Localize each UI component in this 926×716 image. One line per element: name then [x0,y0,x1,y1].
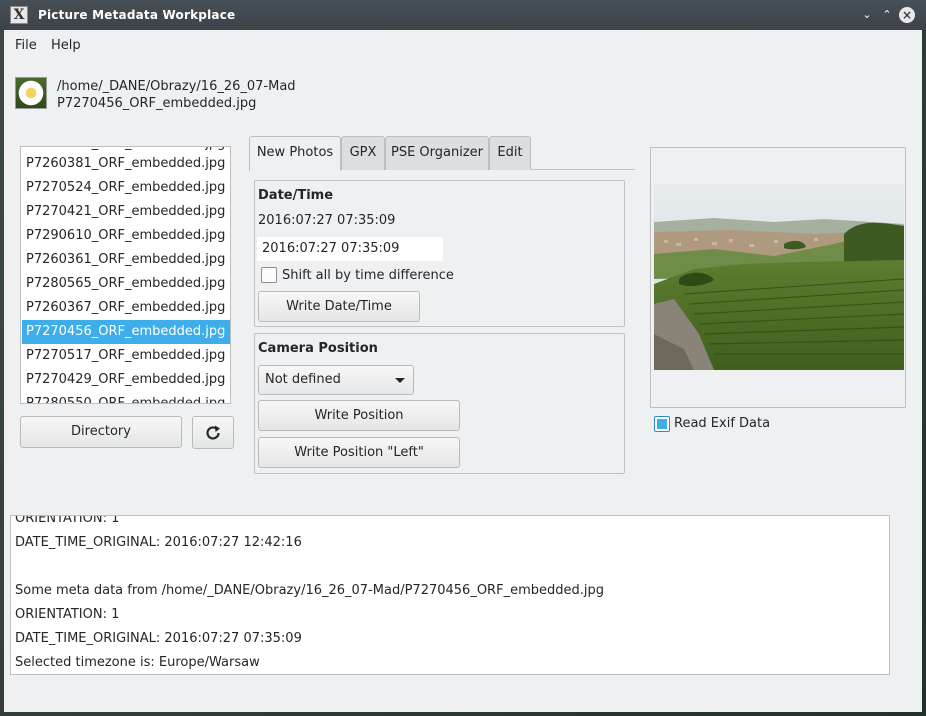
current-image-thumbnail [15,77,47,109]
list-item[interactable]: P7280550_ORF_embedded.jpg [22,392,230,403]
log-line: DATE_TIME_ORIGINAL: 2016:07:27 07:35:09 [15,631,302,646]
datetime-current-value: 2016:07:27 07:35:09 [258,213,396,228]
camera-position-selected: Not defined [265,372,341,387]
list-item[interactable]: P7260381_ORF_embedded.jpg [22,152,230,176]
tab-gpx[interactable]: GPX [341,136,385,170]
menu-bar: File Help [4,30,922,58]
list-item-selected[interactable]: P7270456_ORF_embedded.jpg [22,320,230,344]
log-line: ORIENTATION: 1 [15,607,120,622]
log-line: Some meta data from /home/_DANE/Obrazy/1… [15,583,604,598]
window-title: Picture Metadata Workplace [38,8,236,22]
datetime-group-title: Date/Time [258,188,334,203]
list-item[interactable]: P7280565_ORF_embedded.jpg [22,272,230,296]
tab-bar: New Photos GPX PSE Organizer Edit [249,136,635,171]
file-list[interactable]: P7270559_ORF_embedded.jpg P7260381_ORF_e… [20,146,231,404]
app-icon: X [10,6,28,24]
camera-position-group: Camera Position Not defined Write Positi… [254,333,625,474]
tab-edit[interactable]: Edit [489,136,531,170]
menu-file[interactable]: File [15,38,37,53]
list-item[interactable]: P7260361_ORF_embedded.jpg [22,248,230,272]
write-position-button[interactable]: Write Position [258,400,460,431]
shift-checkbox-label: Shift all by time difference [282,268,454,283]
checkbox-checked-indicator [657,419,667,429]
camera-position-title: Camera Position [258,341,378,356]
shift-checkbox[interactable] [261,267,277,283]
image-preview-frame [650,147,906,408]
tab-new-photos[interactable]: New Photos [249,136,341,171]
list-item[interactable]: P7270524_ORF_embedded.jpg [22,176,230,200]
refresh-icon [206,425,220,440]
refresh-button[interactable] [192,416,234,449]
read-exif-label: Read Exif Data [674,416,771,431]
image-preview [654,184,904,370]
datetime-input[interactable]: 2016:07:27 07:35:09 [257,237,443,261]
close-icon[interactable]: × [899,7,915,23]
list-item[interactable]: P7270429_ORF_embedded.jpg [22,368,230,392]
camera-position-select[interactable]: Not defined [258,365,414,395]
list-item[interactable]: P7270421_ORF_embedded.jpg [22,200,230,224]
current-path-line1: /home/_DANE/Obrazy/16_26_07-Mad [57,79,296,94]
metadata-log[interactable]: ORIENTATION: 1 DATE_TIME_ORIGINAL: 2016:… [10,515,890,675]
list-item[interactable]: P7270517_ORF_embedded.jpg [22,344,230,368]
menu-help[interactable]: Help [51,38,81,53]
main-window: File Help /home/_DANE/Obrazy/16_26_07-Ma… [4,30,922,712]
log-line: ORIENTATION: 1 [15,515,120,526]
current-path-line2: P7270456_ORF_embedded.jpg [57,96,257,111]
tab-pse-organizer[interactable]: PSE Organizer [385,136,489,170]
log-line: Selected timezone is: Europe/Warsaw [15,655,260,670]
list-item[interactable]: P7260367_ORF_embedded.jpg [22,296,230,320]
chevron-up-icon[interactable]: ⌃ [880,8,894,22]
directory-button[interactable]: Directory [20,416,182,448]
chevron-down-icon [395,378,405,383]
write-datetime-button[interactable]: Write Date/Time [258,291,420,322]
list-item[interactable]: P7290610_ORF_embedded.jpg [22,224,230,248]
write-position-left-button[interactable]: Write Position "Left" [258,437,460,468]
title-bar[interactable]: X Picture Metadata Workplace ⌄ ⌃ × [0,0,926,30]
datetime-group: Date/Time 2016:07:27 07:35:09 2016:07:27… [254,180,625,327]
read-exif-checkbox[interactable] [654,416,670,432]
chevron-down-icon[interactable]: ⌄ [860,8,874,22]
log-line: DATE_TIME_ORIGINAL: 2016:07:27 12:42:16 [15,535,302,550]
